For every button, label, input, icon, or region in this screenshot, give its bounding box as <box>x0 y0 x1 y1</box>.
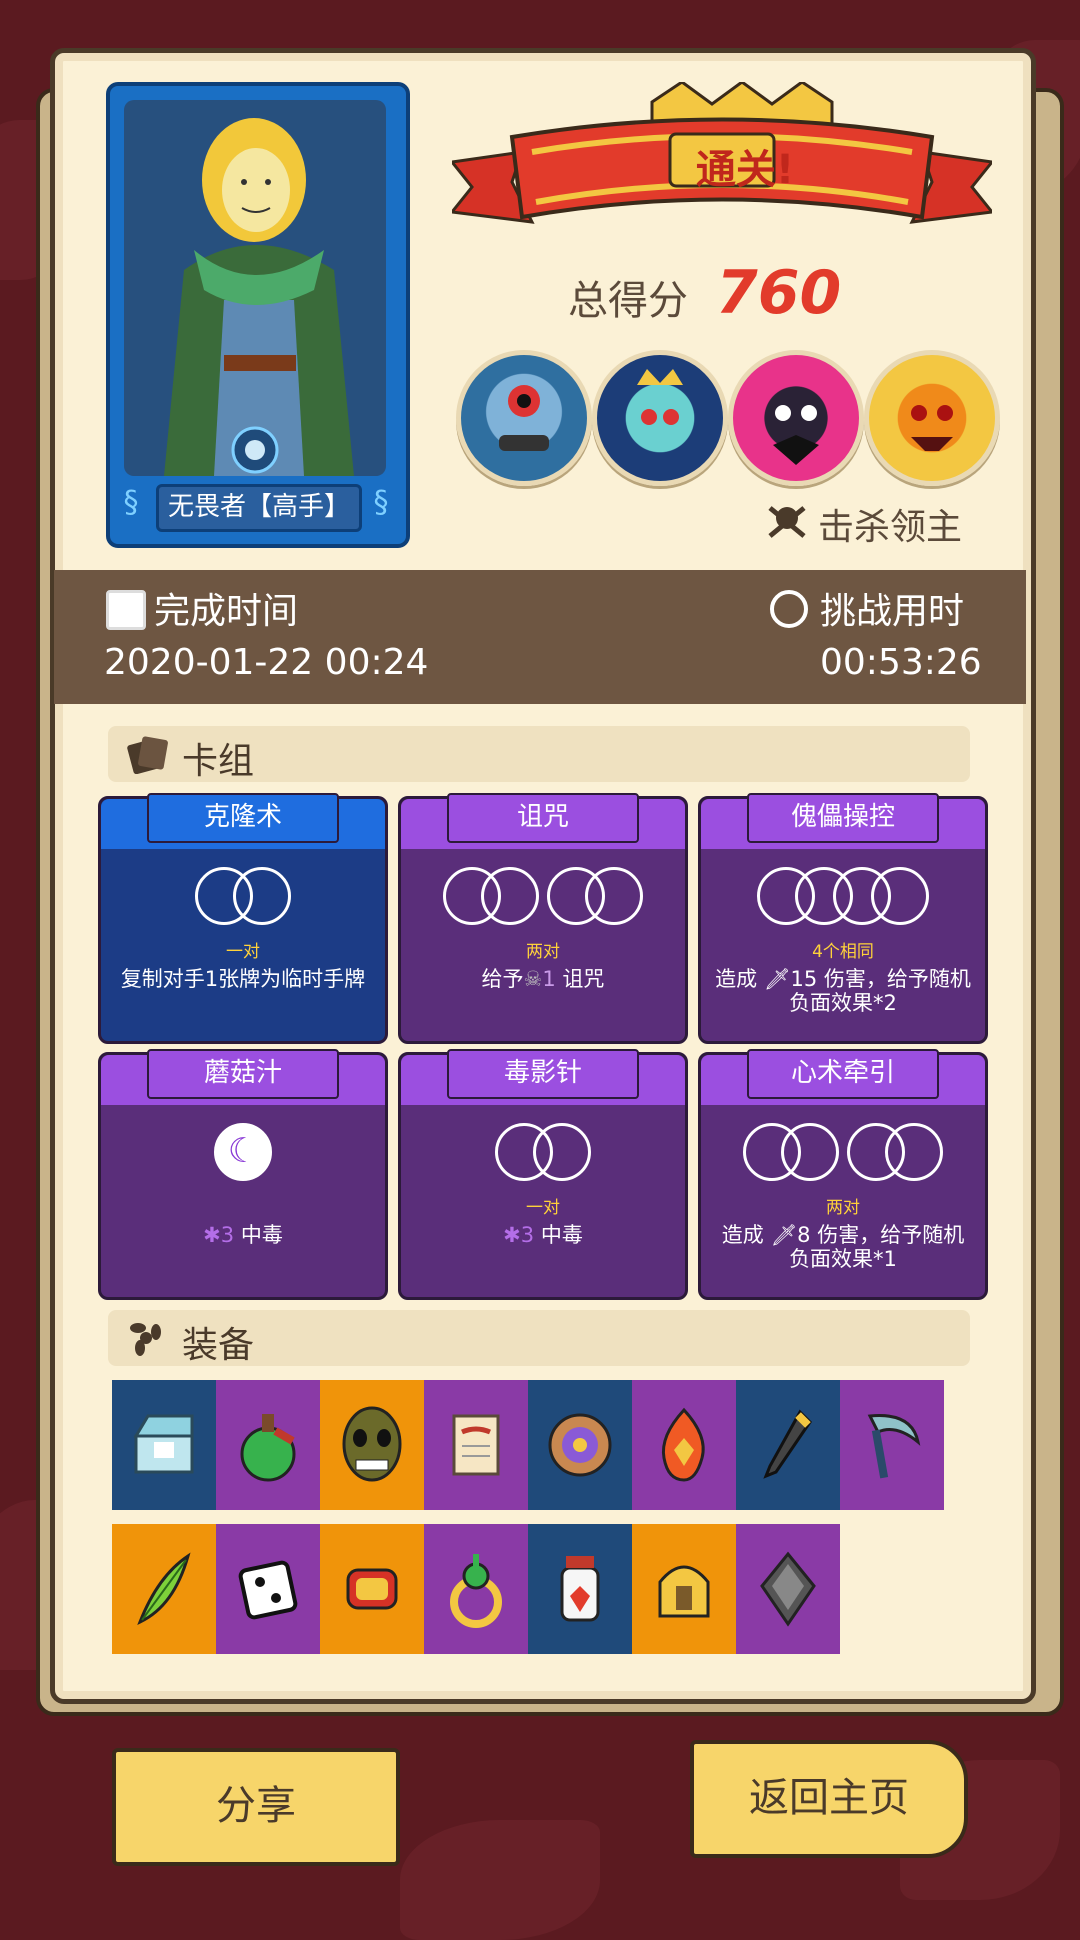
victory-title: 通关! <box>695 147 795 193</box>
scythe-icon <box>867 1414 921 1479</box>
swirl-ornament-icon: § <box>373 485 389 520</box>
card-description: 给予☠1 诅咒 <box>481 967 605 991</box>
equipment-slot[interactable] <box>320 1380 424 1510</box>
equipment-section-header: 装备 <box>108 1310 970 1366</box>
dice-slots <box>101 867 385 931</box>
equipment-slot[interactable] <box>424 1524 528 1654</box>
card-title: 诅咒 <box>447 793 639 843</box>
card-requirement: 两对 <box>826 1198 860 1218</box>
card-title: 傀儡操控 <box>747 793 939 843</box>
equipment-slot[interactable] <box>112 1524 216 1654</box>
boss-portrait-pink-demon[interactable] <box>728 350 864 486</box>
equipment-slot[interactable] <box>216 1524 320 1654</box>
card-title: 克隆术 <box>147 793 339 843</box>
dice-slots <box>401 867 685 931</box>
boss-portrait-blue-ogre[interactable] <box>456 350 592 486</box>
time-info-band: 完成时间 2020-01-22 00:24 挑战用时 00:53:26 <box>54 570 1026 704</box>
gauntlet-icon <box>346 1568 398 1610</box>
equipment-slot[interactable] <box>112 1380 216 1510</box>
equipment-slot[interactable] <box>528 1380 632 1510</box>
card-description: ✱3 中毒 <box>503 1223 583 1247</box>
cards-icon <box>127 736 168 774</box>
equipment-slot[interactable] <box>632 1380 736 1510</box>
score-value: 760 <box>716 258 842 328</box>
victory-banner: 通关! <box>449 80 995 252</box>
poison-icon: ✱ <box>203 1223 221 1247</box>
feather-icon <box>137 1552 191 1625</box>
dice-slots <box>701 867 985 931</box>
equipment-slot[interactable] <box>736 1380 840 1510</box>
sword-icon: 🗡 <box>770 1223 798 1247</box>
crystal-icon <box>760 1551 816 1627</box>
sword-icon: 🗡 <box>763 967 791 991</box>
equipment-slot[interactable] <box>320 1524 424 1654</box>
poison-icon: ✱ <box>503 1223 521 1247</box>
skull-crossbones-icon <box>766 500 808 546</box>
card-description: ✱3 中毒 <box>203 1223 283 1247</box>
card-title: 蘑菇汁 <box>147 1049 339 1099</box>
equipment-slot[interactable] <box>216 1380 320 1510</box>
equipment-slot[interactable] <box>528 1524 632 1654</box>
card-title: 毒影针 <box>447 1049 639 1099</box>
dagger-icon <box>763 1409 812 1479</box>
hero-name: 无畏者【高手】 <box>156 484 362 532</box>
dice-slots: ☾ <box>101 1123 385 1187</box>
boss-portrait-pumpkin-sun[interactable] <box>864 350 1000 486</box>
mask-icon <box>342 1406 402 1482</box>
potion-icon <box>240 1414 296 1482</box>
finish-time-value: 2020-01-22 00:24 <box>104 642 429 683</box>
equipment-icon <box>130 1323 161 1356</box>
score-label: 总得分 <box>568 278 688 324</box>
calendar-icon <box>106 590 146 630</box>
skill-card[interactable]: 诅咒 两对 给予☠1 诅咒 <box>398 793 688 1044</box>
equipment-slot[interactable] <box>424 1380 528 1510</box>
equipment-title: 装备 <box>182 1325 255 1366</box>
shield-icon <box>548 1413 612 1477</box>
jar-icon <box>560 1556 600 1622</box>
background-leaf <box>400 1820 600 1940</box>
finish-time-label: 完成时间 <box>154 591 299 632</box>
dice-slots <box>701 1123 985 1187</box>
share-button[interactable]: 分享 <box>112 1748 400 1866</box>
equipment-slot[interactable] <box>632 1524 736 1654</box>
card-description: 复制对手1张牌为临时手牌 <box>120 967 366 991</box>
card-requirement: 一对 <box>226 942 260 962</box>
deck-title: 卡组 <box>182 741 255 782</box>
dice-slots <box>401 1123 685 1187</box>
hero-portrait <box>124 100 386 476</box>
card-requirement: 4个相同 <box>812 942 874 962</box>
equipment-slot[interactable] <box>840 1380 944 1510</box>
moon-die-icon: ☾ <box>214 1123 272 1181</box>
card-title: 心术牵引 <box>747 1049 939 1099</box>
skill-card[interactable]: 蘑菇汁 ☾ ✱3 中毒 <box>98 1049 388 1300</box>
dice-icon <box>238 1560 298 1620</box>
skill-card[interactable]: 傀儡操控 4个相同 造成 🗡15 伤害，给予随机负面效果*2 <box>698 793 988 1044</box>
kill-lords-label: 击杀领主 <box>818 507 963 548</box>
card-description: 造成 🗡8 伤害，给予随机负面效果*1 <box>721 1223 965 1271</box>
card-requirement: 一对 <box>526 1198 560 1218</box>
scroll-icon <box>452 1414 500 1476</box>
card-description: 造成 🗡15 伤害，给予随机负面效果*2 <box>715 967 971 1015</box>
return-home-button[interactable]: 返回主页 <box>690 1740 968 1858</box>
ring-icon <box>450 1554 502 1628</box>
skill-card[interactable]: 毒影针 一对 ✱3 中毒 <box>398 1049 688 1300</box>
flame-gem-icon <box>661 1407 705 1482</box>
swirl-ornament-icon: § <box>123 485 139 520</box>
hero-card[interactable]: § § 无畏者【高手】 <box>106 82 410 548</box>
skull-icon: ☠ <box>523 967 543 991</box>
card-requirement: 两对 <box>526 942 560 962</box>
equipment-slot[interactable] <box>736 1524 840 1654</box>
boss-portrait-spider-king[interactable] <box>592 350 728 486</box>
skill-card[interactable]: 克隆术 一对 复制对手1张牌为临时手牌 <box>98 793 388 1044</box>
deck-section-header: 卡组 <box>108 726 970 782</box>
skill-card[interactable]: 心术牵引 两对 造成 🗡8 伤害，给予随机负面效果*1 <box>698 1049 988 1300</box>
challenge-time-value: 00:53:26 <box>820 642 982 683</box>
chest-icon <box>133 1414 194 1474</box>
challenge-time-label: 挑战用时 <box>820 591 965 632</box>
helmet-icon <box>658 1565 710 1618</box>
stopwatch-icon <box>770 590 808 628</box>
